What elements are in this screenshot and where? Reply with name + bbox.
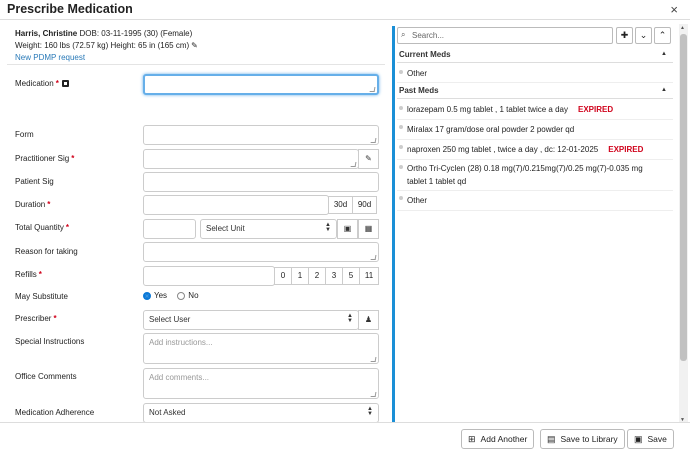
add-another-icon: ⊞ — [468, 434, 476, 444]
add-another-button[interactable]: ⊞ Add Another — [461, 429, 535, 449]
pdmp-request-link[interactable]: New PDMP request — [15, 53, 85, 62]
expand-all-icon[interactable]: ⌄ — [635, 27, 652, 44]
expired-badge: EXPIRED — [608, 145, 644, 154]
office-comments-input[interactable]: Add comments... — [143, 368, 379, 399]
special-instructions-input[interactable]: Add instructions... — [143, 333, 379, 364]
adherence-label: Medication Adherence — [15, 408, 95, 417]
refill-2-button[interactable]: 2 — [308, 267, 326, 285]
past-meds-header[interactable]: Past Meds ▲ — [397, 83, 673, 99]
book-icon: ▤ — [547, 434, 556, 444]
modal-footer: ⊞ Add Another ▤ Save to Library ▣ Save — [0, 422, 690, 454]
past-med-item[interactable]: Miralax 17 gram/dose oral powder 2 powde… — [397, 120, 673, 140]
divider — [7, 64, 385, 65]
caret-up-icon: ▲ — [661, 87, 667, 93]
patient-sig-input[interactable] — [143, 172, 379, 192]
patient-vitals: Weight: 160 lbs (72.57 kg) Height: 65 in… — [15, 41, 190, 50]
scrollbar-thumb[interactable] — [680, 34, 687, 361]
total-quantity-label: Total Quantity * — [15, 223, 70, 232]
scroll-up-icon: ▲ — [680, 25, 685, 31]
duration-input[interactable] — [143, 195, 329, 215]
special-instructions-label: Special Instructions — [15, 337, 85, 346]
refill-11-button[interactable]: 11 — [359, 267, 379, 285]
refill-3-button[interactable]: 3 — [325, 267, 343, 285]
calculator-icon[interactable]: ▦ — [358, 219, 379, 239]
patient-name: Harris, Christine — [15, 29, 78, 38]
form-input[interactable] — [143, 125, 379, 145]
refills-input[interactable] — [143, 266, 275, 286]
expired-badge: EXPIRED — [577, 105, 614, 114]
substitute-yes-radio[interactable] — [143, 291, 151, 300]
floppy-disk-icon: ▣ — [634, 434, 643, 444]
refill-1-button[interactable]: 1 — [291, 267, 309, 285]
panel-splitter[interactable] — [392, 26, 395, 422]
package-icon[interactable]: ▣ — [337, 219, 358, 239]
past-med-item[interactable]: lorazepam 0.5 mg tablet , 1 tablet twice… — [397, 101, 673, 120]
substitute-no-radio[interactable] — [177, 291, 186, 300]
reason-input[interactable] — [143, 242, 379, 262]
substitute-radio-group: Yes No — [143, 291, 199, 300]
refills-presets: 0 1 2 3 5 11 — [274, 267, 379, 285]
patient-header: Harris, Christine DOB: 03-11-1995 (30) (… — [15, 28, 198, 64]
medication-input[interactable] — [143, 74, 379, 95]
duration-presets: 30d 90d — [328, 196, 377, 214]
user-stamp-icon[interactable]: ♟ — [358, 310, 379, 330]
patient-dob: DOB: 03-11-1995 (30) (Female) — [79, 29, 193, 38]
refills-label: Refills * — [15, 270, 42, 279]
reason-label: Reason for taking — [15, 247, 78, 256]
past-med-item[interactable]: Other — [397, 191, 673, 211]
duration-label: Duration * — [15, 200, 51, 209]
medication-label: Medication * — [15, 79, 69, 88]
modal-title: Prescribe Medication — [7, 2, 133, 16]
form-label: Form — [15, 130, 34, 139]
save-to-library-button[interactable]: ▤ Save to Library — [540, 429, 625, 449]
current-meds-header[interactable]: Current Meds ▲ — [397, 47, 673, 63]
vertical-scrollbar[interactable]: ▲ ▼ — [679, 24, 688, 424]
caret-up-icon: ▲ — [661, 51, 667, 57]
prescriber-select[interactable]: Select User ▲ ▼ — [143, 310, 359, 330]
edit-sig-icon[interactable]: ✎ — [358, 149, 379, 169]
edit-pencil-icon[interactable]: ✎ — [191, 40, 198, 52]
practitioner-sig-label: Practitioner Sig * — [15, 154, 75, 163]
total-quantity-input[interactable] — [143, 219, 196, 239]
unit-select[interactable]: Select Unit ▲ ▼ — [200, 219, 337, 239]
prescriber-label: Prescriber * — [15, 314, 57, 323]
past-med-item[interactable]: Ortho Tri-Cyclen (28) 0.18 mg(7)/0.215mg… — [397, 160, 673, 191]
med-search-input[interactable]: ⌕ Search... — [397, 27, 613, 44]
add-icon[interactable]: ✚ — [616, 27, 633, 44]
collapse-all-icon[interactable]: ⌃ — [654, 27, 671, 44]
past-med-item[interactable]: naproxen 250 mg tablet , twice a day , d… — [397, 140, 673, 160]
modal-titlebar: Prescribe Medication × — [0, 0, 690, 20]
save-button[interactable]: ▣ Save — [627, 429, 674, 449]
close-icon[interactable]: × — [670, 2, 678, 17]
current-med-item[interactable]: Other — [397, 65, 673, 83]
practitioner-sig-input[interactable] — [143, 149, 359, 169]
meds-panel: ⌕ Search... ✚ ⌄ ⌃ Current Meds ▲ Other Pas… — [397, 24, 673, 422]
patient-sig-label: Patient Sig — [15, 177, 54, 186]
search-icon: ⌕ — [401, 30, 406, 39]
adherence-select[interactable]: Not Asked ▲ ▼ — [143, 403, 379, 422]
select-arrows-icon: ▲ ▼ — [325, 222, 331, 233]
external-link-icon[interactable] — [61, 80, 69, 88]
refill-0-button[interactable]: 0 — [274, 267, 292, 285]
refill-5-button[interactable]: 5 — [342, 267, 360, 285]
duration-90d-button[interactable]: 90d — [352, 196, 377, 214]
office-comments-label: Office Comments — [15, 372, 77, 381]
duration-30d-button[interactable]: 30d — [328, 196, 353, 214]
prescription-form: Harris, Christine DOB: 03-11-1995 (30) (… — [7, 24, 385, 422]
may-substitute-label: May Substitute — [15, 292, 68, 301]
